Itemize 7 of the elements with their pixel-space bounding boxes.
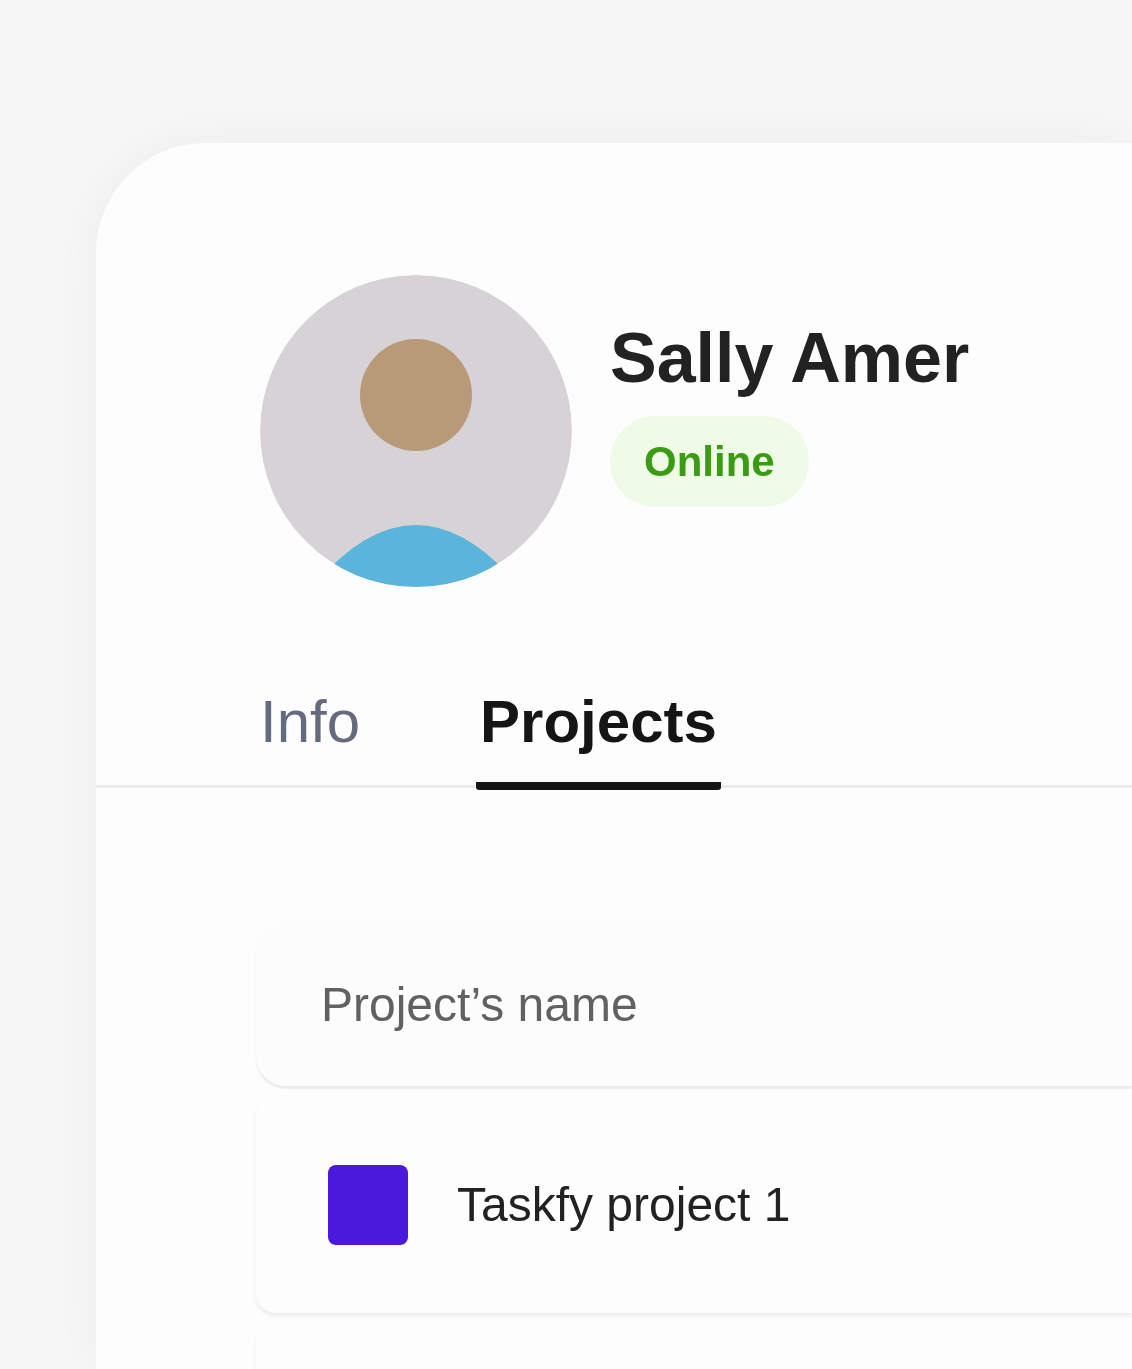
project-row[interactable]: Taskfy project 1: [256, 1096, 1132, 1313]
tab[interactable]: Projects: [476, 667, 721, 790]
tab[interactable]: Info: [256, 667, 365, 790]
project-name: Taskfy project 1: [457, 1177, 791, 1232]
column-header: Project’s name: [321, 977, 638, 1032]
status-badge: Online: [610, 415, 809, 507]
user-name: Sally Amer: [610, 317, 970, 398]
